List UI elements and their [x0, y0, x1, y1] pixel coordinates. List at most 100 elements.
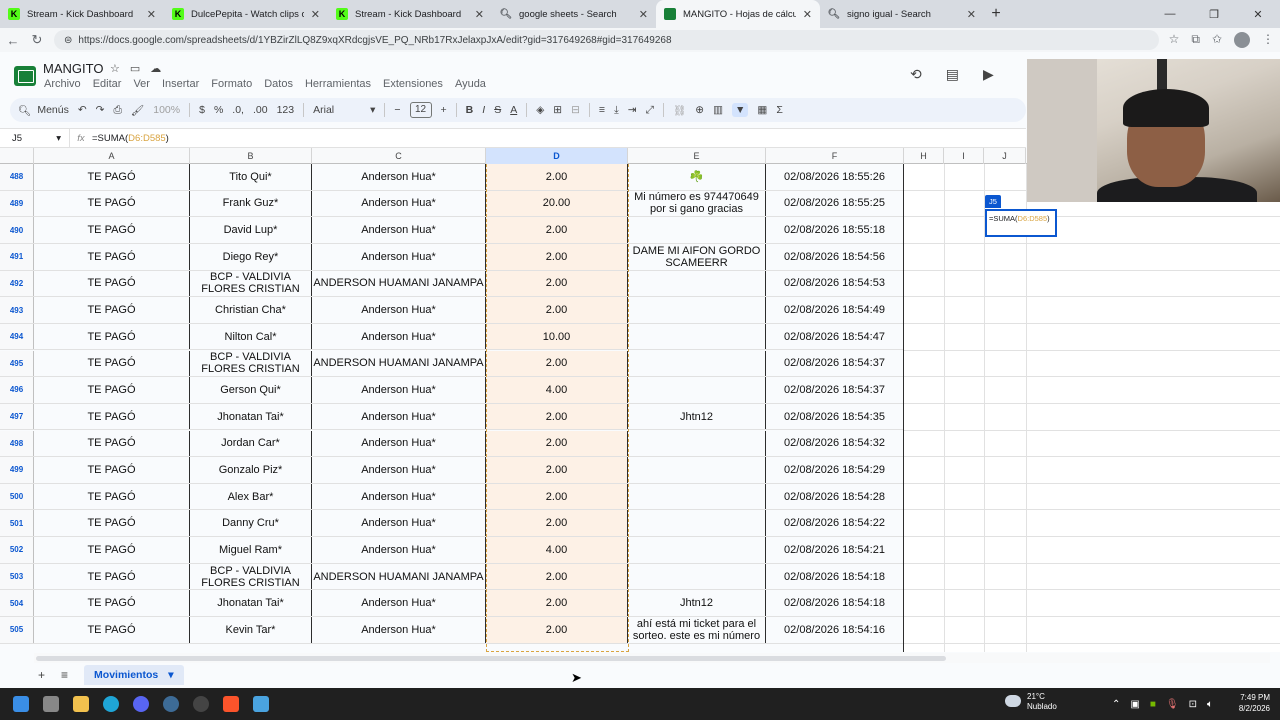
cell-d[interactable]: 2.00: [486, 563, 628, 590]
cell-c[interactable]: Anderson Hua*: [312, 457, 486, 483]
row-number[interactable]: 502: [0, 537, 34, 563]
cell-b[interactable]: Gonzalo Piz*: [190, 457, 312, 483]
cell-e[interactable]: [628, 297, 766, 323]
cell-d[interactable]: 2.00: [486, 510, 628, 537]
cell-f[interactable]: 02/08/2026 18:54:29: [766, 457, 904, 483]
reload-icon[interactable]: ↻: [30, 32, 44, 48]
increase-decimal-button[interactable]: .00: [253, 104, 268, 116]
edge-icon[interactable]: [96, 689, 126, 719]
cell-f[interactable]: 02/08/2026 18:54:37: [766, 377, 904, 403]
text-wrap-icon[interactable]: ⇥: [628, 104, 637, 116]
close-icon[interactable]: ✕: [803, 8, 812, 21]
cell-a[interactable]: TE PAGÓ: [34, 377, 190, 403]
strikethrough-icon[interactable]: S: [494, 104, 501, 116]
more-formats-button[interactable]: 123: [277, 104, 295, 116]
weather-widget[interactable]: 21°C Nublado: [1005, 692, 1057, 712]
cell-b[interactable]: Jhonatan Tai*: [190, 590, 312, 616]
row-number[interactable]: 494: [0, 323, 34, 350]
cell-b[interactable]: Miguel Ram*: [190, 537, 312, 563]
cell-c[interactable]: Anderson Hua*: [312, 190, 486, 217]
row-number[interactable]: 490: [0, 217, 34, 243]
cell-e[interactable]: [628, 217, 766, 243]
cell-a[interactable]: TE PAGÓ: [34, 563, 190, 590]
cell-a[interactable]: TE PAGÓ: [34, 617, 190, 643]
add-sheet-icon[interactable]: +: [38, 668, 45, 682]
font-size-input[interactable]: 12: [409, 102, 432, 118]
column-header[interactable]: A: [34, 148, 190, 164]
close-icon[interactable]: ✕: [639, 8, 648, 21]
cell-a[interactable]: TE PAGÓ: [34, 403, 190, 430]
browser-tab[interactable]: MANGITO - Hojas de cálculo de G ✕: [656, 0, 820, 28]
browser-tab[interactable]: 🔍︎ google sheets - Search ✕: [492, 0, 656, 28]
cell-b[interactable]: Gerson Qui*: [190, 377, 312, 403]
comments-icon[interactable]: ▤: [946, 66, 959, 83]
cell-d[interactable]: 4.00: [486, 537, 628, 563]
font-size-increase-button[interactable]: +: [441, 104, 447, 116]
cell-d[interactable]: 10.00: [486, 323, 628, 350]
row-number[interactable]: 495: [0, 350, 34, 377]
cell-d[interactable]: 2.00: [486, 457, 628, 483]
cell-f[interactable]: 02/08/2026 18:54:49: [766, 297, 904, 323]
cell-a[interactable]: TE PAGÓ: [34, 270, 190, 297]
sheet-tab-movimientos[interactable]: Movimientos ▾: [84, 665, 184, 685]
cell-c[interactable]: Anderson Hua*: [312, 217, 486, 243]
cell-e[interactable]: [628, 377, 766, 403]
cell-d[interactable]: 2.00: [486, 617, 628, 643]
merge-cells-icon[interactable]: ⊟: [571, 104, 580, 116]
cell-e[interactable]: [628, 270, 766, 297]
cell-e[interactable]: [628, 457, 766, 483]
cell-d[interactable]: 2.00: [486, 483, 628, 510]
cell-b[interactable]: BCP - VALDIVIA FLORES CRISTIAN: [190, 350, 312, 377]
cell-a[interactable]: TE PAGÓ: [34, 350, 190, 377]
horizontal-align-icon[interactable]: ≡: [599, 104, 605, 116]
cell-e[interactable]: Mi número es 974470649 por si gano graci…: [628, 190, 766, 217]
cell-d[interactable]: 2.00: [486, 403, 628, 430]
cell-b[interactable]: Diego Rey*: [190, 243, 312, 270]
speaker-icon[interactable]: 🔈︎: [1207, 699, 1213, 710]
column-header[interactable]: H: [904, 148, 944, 164]
network-icon[interactable]: ⊡: [1189, 699, 1197, 710]
menu-item[interactable]: Archivo: [44, 78, 81, 90]
cell-d[interactable]: 4.00: [486, 377, 628, 403]
cell-c[interactable]: Anderson Hua*: [312, 403, 486, 430]
column-header[interactable]: F: [766, 148, 904, 164]
cell-c[interactable]: ANDERSON HUAMANI JANAMPA: [312, 563, 486, 590]
cell-e[interactable]: [628, 483, 766, 510]
text-color-icon[interactable]: A: [510, 104, 517, 116]
cell-b[interactable]: Nilton Cal*: [190, 323, 312, 350]
redo-icon[interactable]: ↷: [96, 104, 105, 116]
star-icon[interactable]: ☆: [110, 62, 120, 75]
doc-title[interactable]: MANGITO: [43, 61, 103, 76]
row-number[interactable]: 498: [0, 430, 34, 457]
browser-tab[interactable]: K DulcePepita - Watch clips on Kick ✕: [164, 0, 328, 28]
cell-d[interactable]: 2.00: [486, 270, 628, 297]
cell-b[interactable]: BCP - VALDIVIA FLORES CRISTIAN: [190, 270, 312, 297]
sheets-logo-icon[interactable]: [14, 66, 36, 86]
cell-e[interactable]: [628, 323, 766, 350]
bookmark-star-icon[interactable]: ☆: [1169, 32, 1180, 48]
filter-views-icon[interactable]: ▦: [757, 104, 767, 116]
close-icon[interactable]: ✕: [967, 8, 976, 21]
url-field[interactable]: ⊜ https://docs.google.com/spreadsheets/d…: [54, 30, 1159, 50]
cell-b[interactable]: Frank Guz*: [190, 190, 312, 217]
cell-d[interactable]: 2.00: [486, 350, 628, 377]
cell-f[interactable]: 02/08/2026 18:54:18: [766, 590, 904, 616]
cell-f[interactable]: 02/08/2026 18:54:37: [766, 350, 904, 377]
row-number[interactable]: 488: [0, 164, 34, 190]
site-info-icon[interactable]: ⊜: [64, 35, 72, 46]
menus-search[interactable]: 🔍︎ Menús: [18, 104, 69, 117]
italic-icon[interactable]: I: [482, 104, 485, 116]
row-number[interactable]: 499: [0, 457, 34, 483]
fill-color-icon[interactable]: ◈: [536, 104, 544, 116]
cell-d[interactable]: 2.00: [486, 430, 628, 457]
all-sheets-icon[interactable]: ≡: [61, 668, 68, 682]
cell-d[interactable]: 2.00: [486, 217, 628, 243]
cell-a[interactable]: TE PAGÓ: [34, 297, 190, 323]
discord-icon[interactable]: [126, 689, 156, 719]
cell-e[interactable]: [628, 537, 766, 563]
cell-f[interactable]: 02/08/2026 18:54:18: [766, 563, 904, 590]
version-history-icon[interactable]: ⟲: [910, 66, 922, 83]
cell-c[interactable]: ANDERSON HUAMANI JANAMPA: [312, 270, 486, 297]
cell-c[interactable]: Anderson Hua*: [312, 164, 486, 190]
move-folder-icon[interactable]: ▭: [130, 62, 140, 75]
